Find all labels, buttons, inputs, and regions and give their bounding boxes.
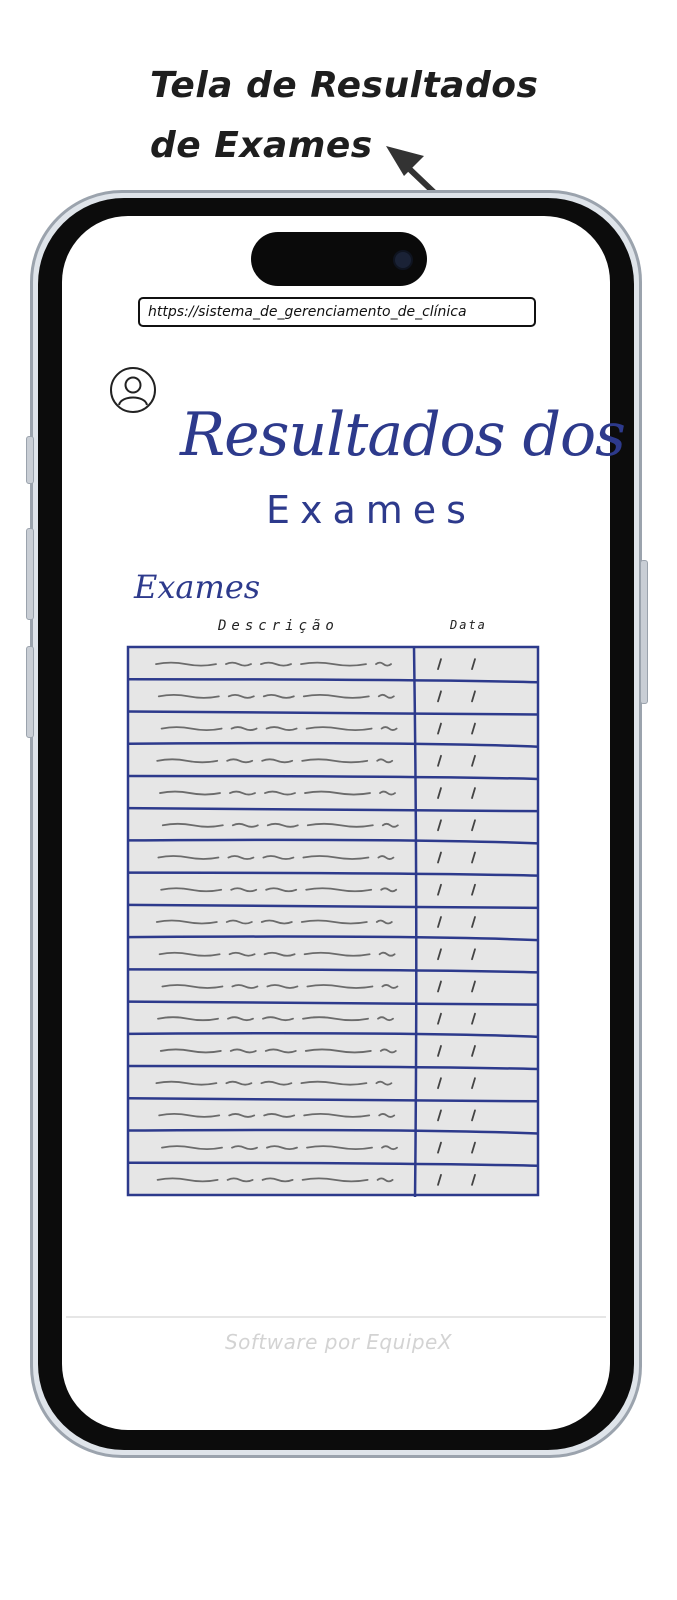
exams-table [126, 645, 540, 1197]
camera-icon [393, 250, 413, 270]
page-subtitle: Exames [266, 488, 476, 532]
footer-credit: Software por EquipeX [224, 1330, 453, 1354]
phone-volume-up-button [26, 528, 34, 620]
page-title: Resultados dos [180, 400, 626, 470]
phone-power-button [640, 560, 648, 704]
url-bar[interactable]: https://sistema_de_gerenciamento_de_clín… [138, 297, 536, 327]
footer-divider [66, 1316, 606, 1318]
user-avatar-icon[interactable] [108, 365, 158, 415]
column-header-date: Data [450, 618, 487, 632]
column-header-description: Descrição [218, 618, 339, 634]
phone-side-button [26, 436, 34, 484]
phone-volume-down-button [26, 646, 34, 738]
exams-section-title: Exames [134, 568, 261, 606]
